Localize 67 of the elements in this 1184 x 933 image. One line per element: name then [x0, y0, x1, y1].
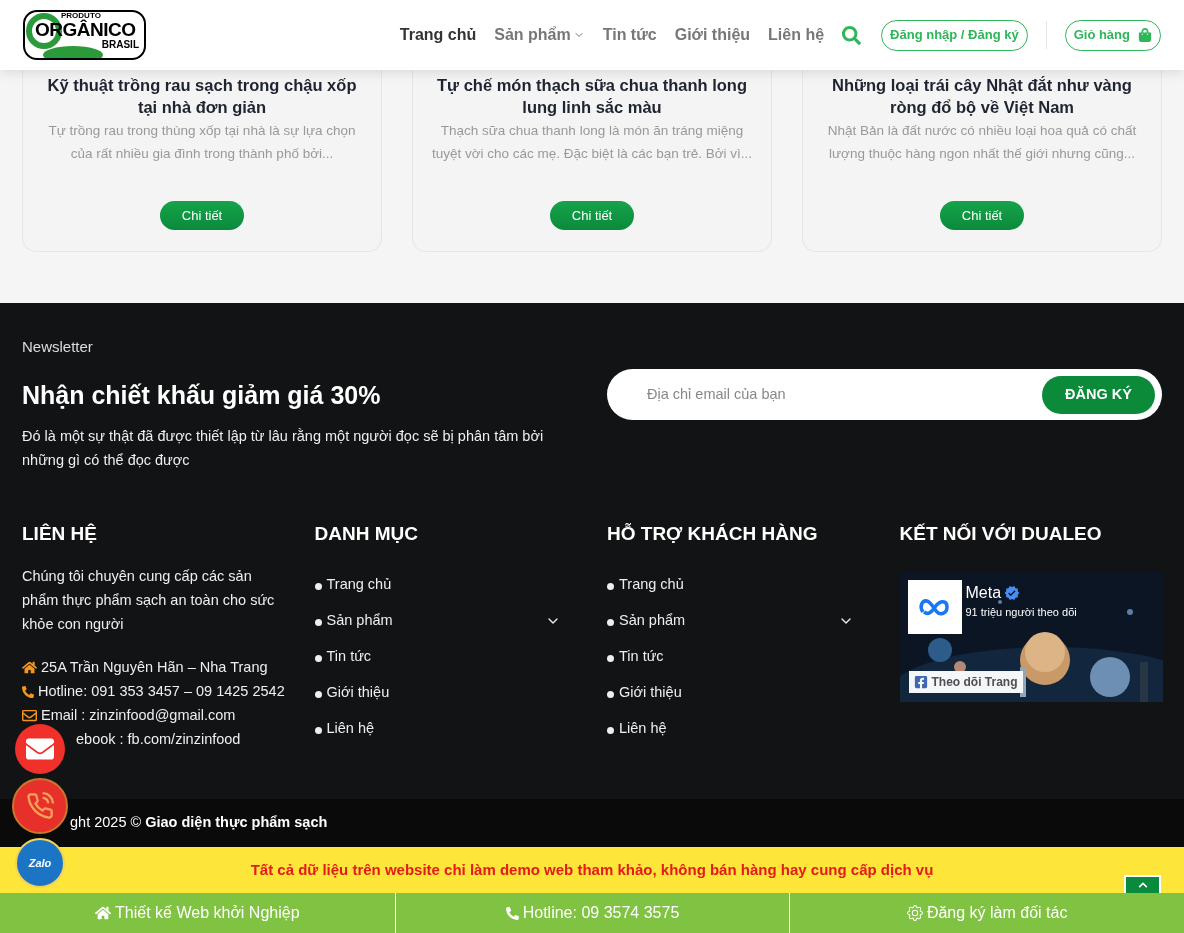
footer-link[interactable]: Liên hệ [326, 717, 375, 740]
infinity-icon [917, 596, 952, 617]
post-excerpt: Thạch sữa chua thanh long là món ăn tráng miệng tuyệt vời cho các mẹ. Đặc biệt là các bạn trẻ. Bởi vì... [430, 122, 754, 163]
footer-link[interactable]: Tin tức [619, 645, 664, 668]
post-title: Kỹ thuật trồng rau sạch trong chậu xốp tại nhà đơn giản [46, 75, 358, 118]
page-name[interactable]: Meta [965, 580, 1002, 605]
bullet-icon [607, 583, 614, 590]
bullet-icon [607, 655, 614, 662]
verified-icon [1004, 584, 1021, 601]
contact-text: Chúng tôi chuyên cung cấp các sản phẩm thực phẩm sạch an toàn cho sức khỏe con người [22, 566, 276, 634]
detail-button[interactable]: Chi tiết [940, 201, 1024, 230]
phone-icon [22, 685, 34, 698]
footer-link[interactable]: Trang chủ [619, 573, 684, 596]
bullet-icon [607, 619, 614, 626]
bullet-icon [314, 583, 322, 590]
chevron-up-icon [1137, 880, 1148, 890]
back-to-top-button[interactable] [1124, 875, 1161, 893]
post-excerpt: Nhật Bản là đất nước có nhiều loại hoa quả có chất lượng thuộc hàng ngon nhất thế giới nhưng cũng... [826, 122, 1138, 163]
nav-link[interactable]: Giới thiệu [674, 23, 751, 47]
contact-line: 25A Trần Nguyên Hãn – Nha Trang [41, 657, 268, 677]
email-field[interactable]: Địa chỉ email của bạn ĐĂNG KÝ [607, 369, 1162, 420]
bullet-icon [607, 691, 614, 698]
bullet-icon [314, 727, 322, 734]
phone-icon [505, 906, 519, 920]
shopping-bag-icon [1138, 28, 1152, 42]
column-heading: LIÊN HỆ [22, 522, 98, 546]
footer-link[interactable]: Liên hệ [619, 717, 667, 740]
nav-link[interactable]: Trang chủ [399, 23, 477, 47]
subscribe-button[interactable]: ĐĂNG KÝ [1042, 375, 1155, 414]
column-heading: HỖ TRỢ KHÁCH HÀNG [607, 522, 819, 546]
contact-line: Email : zinzinfood@gmail.com [41, 705, 236, 725]
column-heading: KẾT NỐI VỚI DUALEO [899, 522, 1103, 546]
home-icon [22, 660, 37, 675]
newsletter-title: Nhận chiết khấu giảm giá 30% [22, 379, 382, 411]
copyright-text: ght 2025 © Giao diện thực phẩm sạch [70, 813, 328, 833]
footer-link[interactable]: Sản phẩm [619, 609, 686, 632]
footer-link[interactable]: Tin tức [326, 645, 372, 668]
detail-button[interactable]: Chi tiết [160, 201, 244, 230]
phone-icon [26, 792, 54, 820]
footer-link[interactable]: Giới thiệu [619, 681, 682, 704]
facebook-icon [913, 674, 928, 689]
detail-button[interactable]: Chi tiết [550, 201, 634, 230]
bullet-icon [314, 691, 322, 698]
bullet-icon [314, 619, 322, 626]
newsletter-text: Đó là một sự thật đã được thiết lập từ lâu rằng một người đọc sẽ bị phân tâm bởi những gì có thể đọc được [22, 427, 545, 470]
newsletter-label: Newsletter [22, 337, 94, 357]
nav-link[interactable]: Tin tức [602, 23, 657, 47]
post-title: Tự chế món thạch sữa chua thanh long lung linh sắc màu [436, 75, 748, 118]
contact-line: ebook : fb.com/zinzinfood [75, 729, 241, 749]
home-icon [95, 905, 112, 921]
footer-link[interactable]: Sản phẩm [326, 609, 393, 632]
column-heading: DANH MỤC [314, 522, 419, 546]
footer-link[interactable]: Giới thiệu [326, 681, 390, 704]
search-icon[interactable] [842, 25, 862, 45]
settings-icon [906, 905, 923, 921]
contact-line: Hotline: 091 353 3457 – 09 1425 2542 [38, 681, 285, 701]
nav-link[interactable]: Liên hệ [768, 23, 825, 47]
follower-count: 91 triệu người theo dõi [965, 604, 1077, 620]
bullet-icon [607, 727, 614, 734]
envelope-icon [22, 708, 37, 723]
bullet-icon [314, 655, 322, 662]
post-title: Những loại trái cây Nhật đắt như vàng ròng đổ bộ về Việt Nam [831, 75, 1133, 118]
post-excerpt: Tự trồng rau trong thùng xốp tại nhà là sự lựa chọn của rất nhiều gia đình trong thành phố bởi... [47, 122, 357, 163]
nav-link[interactable]: Sản phẩm [494, 23, 585, 47]
footer-link[interactable]: Trang chủ [326, 573, 392, 596]
logo-text: BRASIL [101, 40, 139, 50]
demo-notice: Tất cả dữ liệu trên website chỉ làm demo web tham khảo, không bán hàng hay cung cấp dịch vụ [250, 859, 934, 880]
